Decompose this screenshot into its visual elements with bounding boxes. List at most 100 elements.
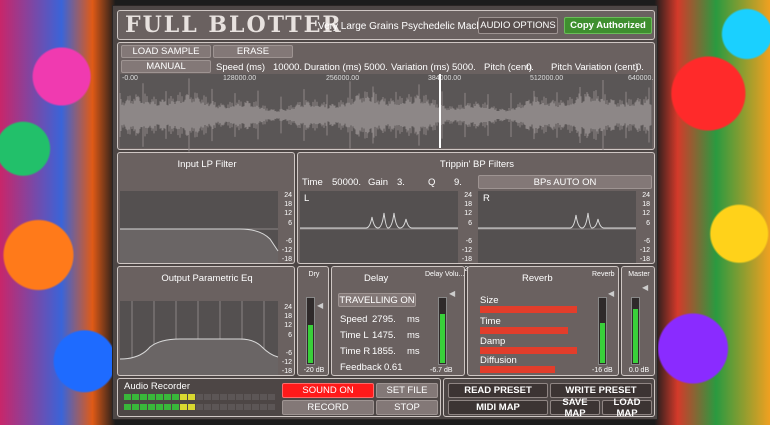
delay-volume-meter[interactable] xyxy=(438,297,447,365)
master-db-value: 0.0 dB xyxy=(628,367,650,374)
reverb-time-slider[interactable] xyxy=(480,327,568,334)
delay-timel-value[interactable]: 1475. xyxy=(372,330,396,341)
midi-map-button[interactable]: MIDI MAP xyxy=(448,400,548,415)
delay-panel: Delay Delay Volu... TRAVELLING ON Speed … xyxy=(331,266,465,376)
level-led xyxy=(236,404,243,410)
input-lp-curve-display[interactable] xyxy=(120,191,279,263)
reverb-title: Reverb xyxy=(522,273,553,284)
reverb-diffusion-label: Diffusion xyxy=(480,355,517,366)
level-led xyxy=(156,404,163,410)
bp-gain-label: Gain xyxy=(368,177,389,188)
output-eq-panel: Output Parametric Eq 241812 6 -6 -12-18-… xyxy=(117,266,295,385)
dry-fader-arrow-icon[interactable]: ◀ xyxy=(317,301,323,310)
delay-timer-label: Time R xyxy=(340,346,371,357)
audio-recorder-panel: Audio Recorder SOUND ON SET FILE RECORD … xyxy=(117,378,441,417)
load-map-button[interactable]: LOAD MAP xyxy=(602,397,652,419)
level-led xyxy=(196,404,203,410)
stop-button[interactable]: STOP xyxy=(376,400,438,415)
reverb-size-slider[interactable] xyxy=(480,306,577,313)
pitch-variation-value[interactable]: 0. xyxy=(636,62,644,73)
erase-button[interactable]: ERASE xyxy=(213,45,293,58)
delay-title: Delay xyxy=(364,273,389,284)
level-led xyxy=(268,394,275,400)
reverb-diffusion-slider[interactable] xyxy=(480,366,555,373)
level-led xyxy=(236,394,243,400)
delay-feedback-label: Feedback xyxy=(340,362,382,373)
bp-right-curve xyxy=(478,212,636,230)
pitch-label: Pitch (cent) xyxy=(484,62,533,73)
delay-speed-value[interactable]: 2795. xyxy=(372,314,396,325)
level-led xyxy=(172,404,179,410)
delay-timer-value[interactable]: 1855. xyxy=(372,346,396,357)
level-led xyxy=(188,404,195,410)
pitch-value[interactable]: 0. xyxy=(526,62,534,73)
delay-volume-label: Delay Volu... xyxy=(425,271,465,278)
dry-level-meter[interactable] xyxy=(306,297,315,365)
level-led xyxy=(180,404,187,410)
delay-feedback-value[interactable]: 0.61 xyxy=(384,362,403,373)
delay-volume-value: -6.7 dB xyxy=(430,367,453,374)
reverb-fader-arrow-icon[interactable]: ◀ xyxy=(608,289,614,298)
recorder-title: Audio Recorder xyxy=(124,381,191,392)
dry-label: Dry xyxy=(308,271,320,278)
waveform-display[interactable]: -0.00 128000.00 256000.00 384000.00 5120… xyxy=(119,74,653,152)
header-bar: FULL BLOTTER Very Large Grains Psychedel… xyxy=(117,10,655,40)
level-led xyxy=(268,404,275,410)
manual-button[interactable]: MANUAL xyxy=(121,60,211,73)
level-led xyxy=(244,394,251,400)
dry-panel: Dry ◀ -20 dB xyxy=(297,266,329,376)
bp-gain-value[interactable]: 3. xyxy=(397,177,405,188)
reverb-time-label: Time xyxy=(480,316,501,327)
level-led xyxy=(252,404,259,410)
reverb-volume-meter[interactable] xyxy=(598,297,607,365)
audio-options-button[interactable]: AUDIO OPTIONS xyxy=(478,17,558,34)
master-fader-arrow-icon[interactable]: ◀ xyxy=(642,283,648,292)
bp-q-label: Q xyxy=(428,177,436,188)
delay-speed-label: Speed xyxy=(340,314,368,325)
reverb-panel: Reverb Reverb Size Time Damp Diffusion ◀… xyxy=(467,266,619,376)
copy-authorized-button[interactable]: Copy Authorized xyxy=(564,17,652,34)
travelling-button[interactable]: TRAVELLING ON xyxy=(338,293,416,307)
delay-timel-unit: ms xyxy=(407,330,420,341)
output-eq-display[interactable] xyxy=(119,301,279,375)
level-led xyxy=(156,394,163,400)
level-led xyxy=(204,404,211,410)
load-sample-button[interactable]: LOAD SAMPLE xyxy=(121,45,211,58)
level-led xyxy=(140,394,147,400)
sample-panel: LOAD SAMPLE ERASE MANUAL Speed (ms) 1000… xyxy=(117,42,655,152)
duration-value[interactable]: 5000. xyxy=(364,62,388,73)
level-led xyxy=(132,394,139,400)
eq-db-scale: 241812 6 -6 -12-18-24 xyxy=(281,304,292,385)
bps-auto-button[interactable]: BPs AUTO ON xyxy=(478,175,652,189)
bp-time-value[interactable]: 50000. xyxy=(332,177,361,188)
save-map-button[interactable]: SAVE MAP xyxy=(550,397,600,419)
read-preset-button[interactable]: READ PRESET xyxy=(448,383,548,398)
sound-on-button[interactable]: SOUND ON xyxy=(282,383,374,398)
level-led xyxy=(180,394,187,400)
bp-filters-panel: Trippin' BP Filters Time 50000. Gain 3. … xyxy=(297,152,655,273)
bp-left-db-scale: 241812 6 -6 -12-18-24 xyxy=(461,192,472,273)
level-led xyxy=(164,394,171,400)
master-level-meter[interactable] xyxy=(631,297,640,365)
level-led xyxy=(244,404,251,410)
bp-left-display[interactable]: L xyxy=(300,191,458,263)
level-led xyxy=(132,404,139,410)
delay-timer-unit: ms xyxy=(407,346,420,357)
record-button[interactable]: RECORD xyxy=(282,400,374,415)
bp-right-display[interactable]: R xyxy=(478,191,636,263)
set-file-button[interactable]: SET FILE xyxy=(376,383,438,398)
preset-panel: READ PRESET WRITE PRESET MIDI MAP SAVE M… xyxy=(443,378,655,419)
variation-value[interactable]: 5000. xyxy=(452,62,476,73)
level-led xyxy=(124,404,131,410)
level-led xyxy=(148,394,155,400)
delay-fader-arrow-icon[interactable]: ◀ xyxy=(449,289,455,298)
level-led xyxy=(228,404,235,410)
reverb-size-label: Size xyxy=(480,295,499,306)
waveform-trace xyxy=(119,78,652,152)
speed-value[interactable]: 10000. xyxy=(273,62,302,73)
bp-q-value[interactable]: 9. xyxy=(454,177,462,188)
master-label: Master xyxy=(628,271,650,278)
bp-left-curve xyxy=(300,212,458,230)
reverb-damp-slider[interactable] xyxy=(480,347,577,354)
playhead-marker[interactable] xyxy=(439,74,442,148)
